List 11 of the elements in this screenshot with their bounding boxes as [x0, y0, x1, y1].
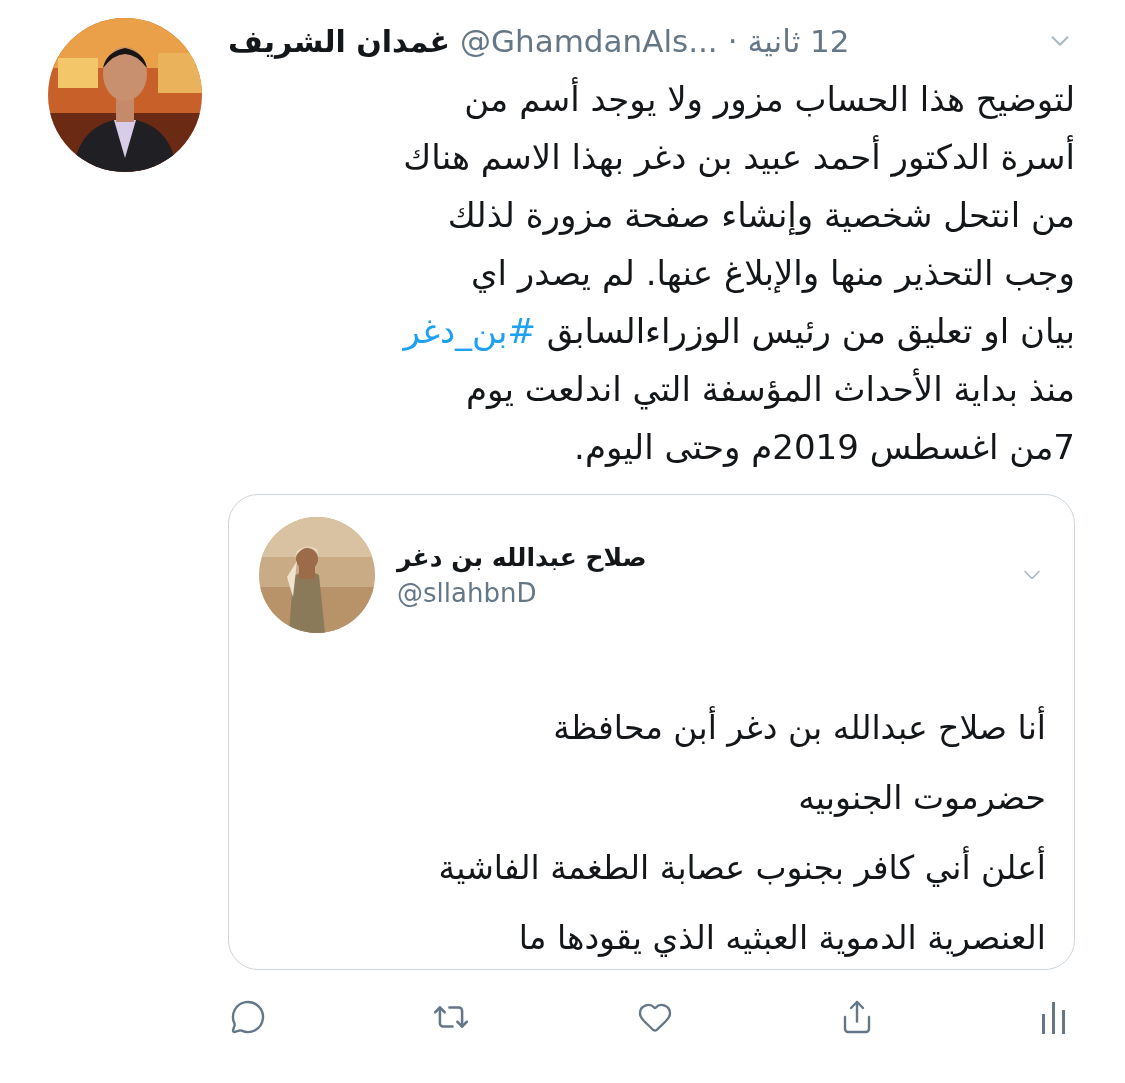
quoted-author-handle: @sllahbnD [397, 577, 538, 608]
analytics-button[interactable] [1041, 1000, 1067, 1034]
author-handle[interactable]: @GhamdanAls... [460, 23, 718, 59]
quoted-author-name: صلاح عبدالله بن دغر [397, 542, 647, 572]
reply-icon[interactable] [230, 999, 266, 1035]
author-name[interactable]: غمدان الشريف [228, 23, 450, 59]
quoted-tweet-text: أنا صلاح عبدالله بن دغر أبن محافظة حضرموت الجنوبيه أعلن أني كافر بجنوب عصابة الطغمة الفاشية العنصرية الدموية العبثيه الذي يقودها ما [437, 705, 1046, 959]
tweet-text: لتوضيح هذا الحساب مزور ولا يوجد أسم من أسرة الدكتور أحمد عبيد بن دغر بهذا الاسم هناك من انتحل شخصية وإنشاء صفحة مزورة لذلك وجب التحذير منها والإبلاغ عنها. لم يصدر اي بيان او تعليق من رئيس الوزراءالسابق #بن_دغر منذ بداية الأحداث المؤسفة التي اندلعت يوم 7من اغسطس 2019م وحتى اليوم. [401, 76, 1075, 469]
separator-dot: · [727, 23, 738, 59]
timestamp[interactable]: 12 ثانية [747, 23, 850, 59]
hashtag-link[interactable]: #بن_دغر [403, 311, 536, 351]
